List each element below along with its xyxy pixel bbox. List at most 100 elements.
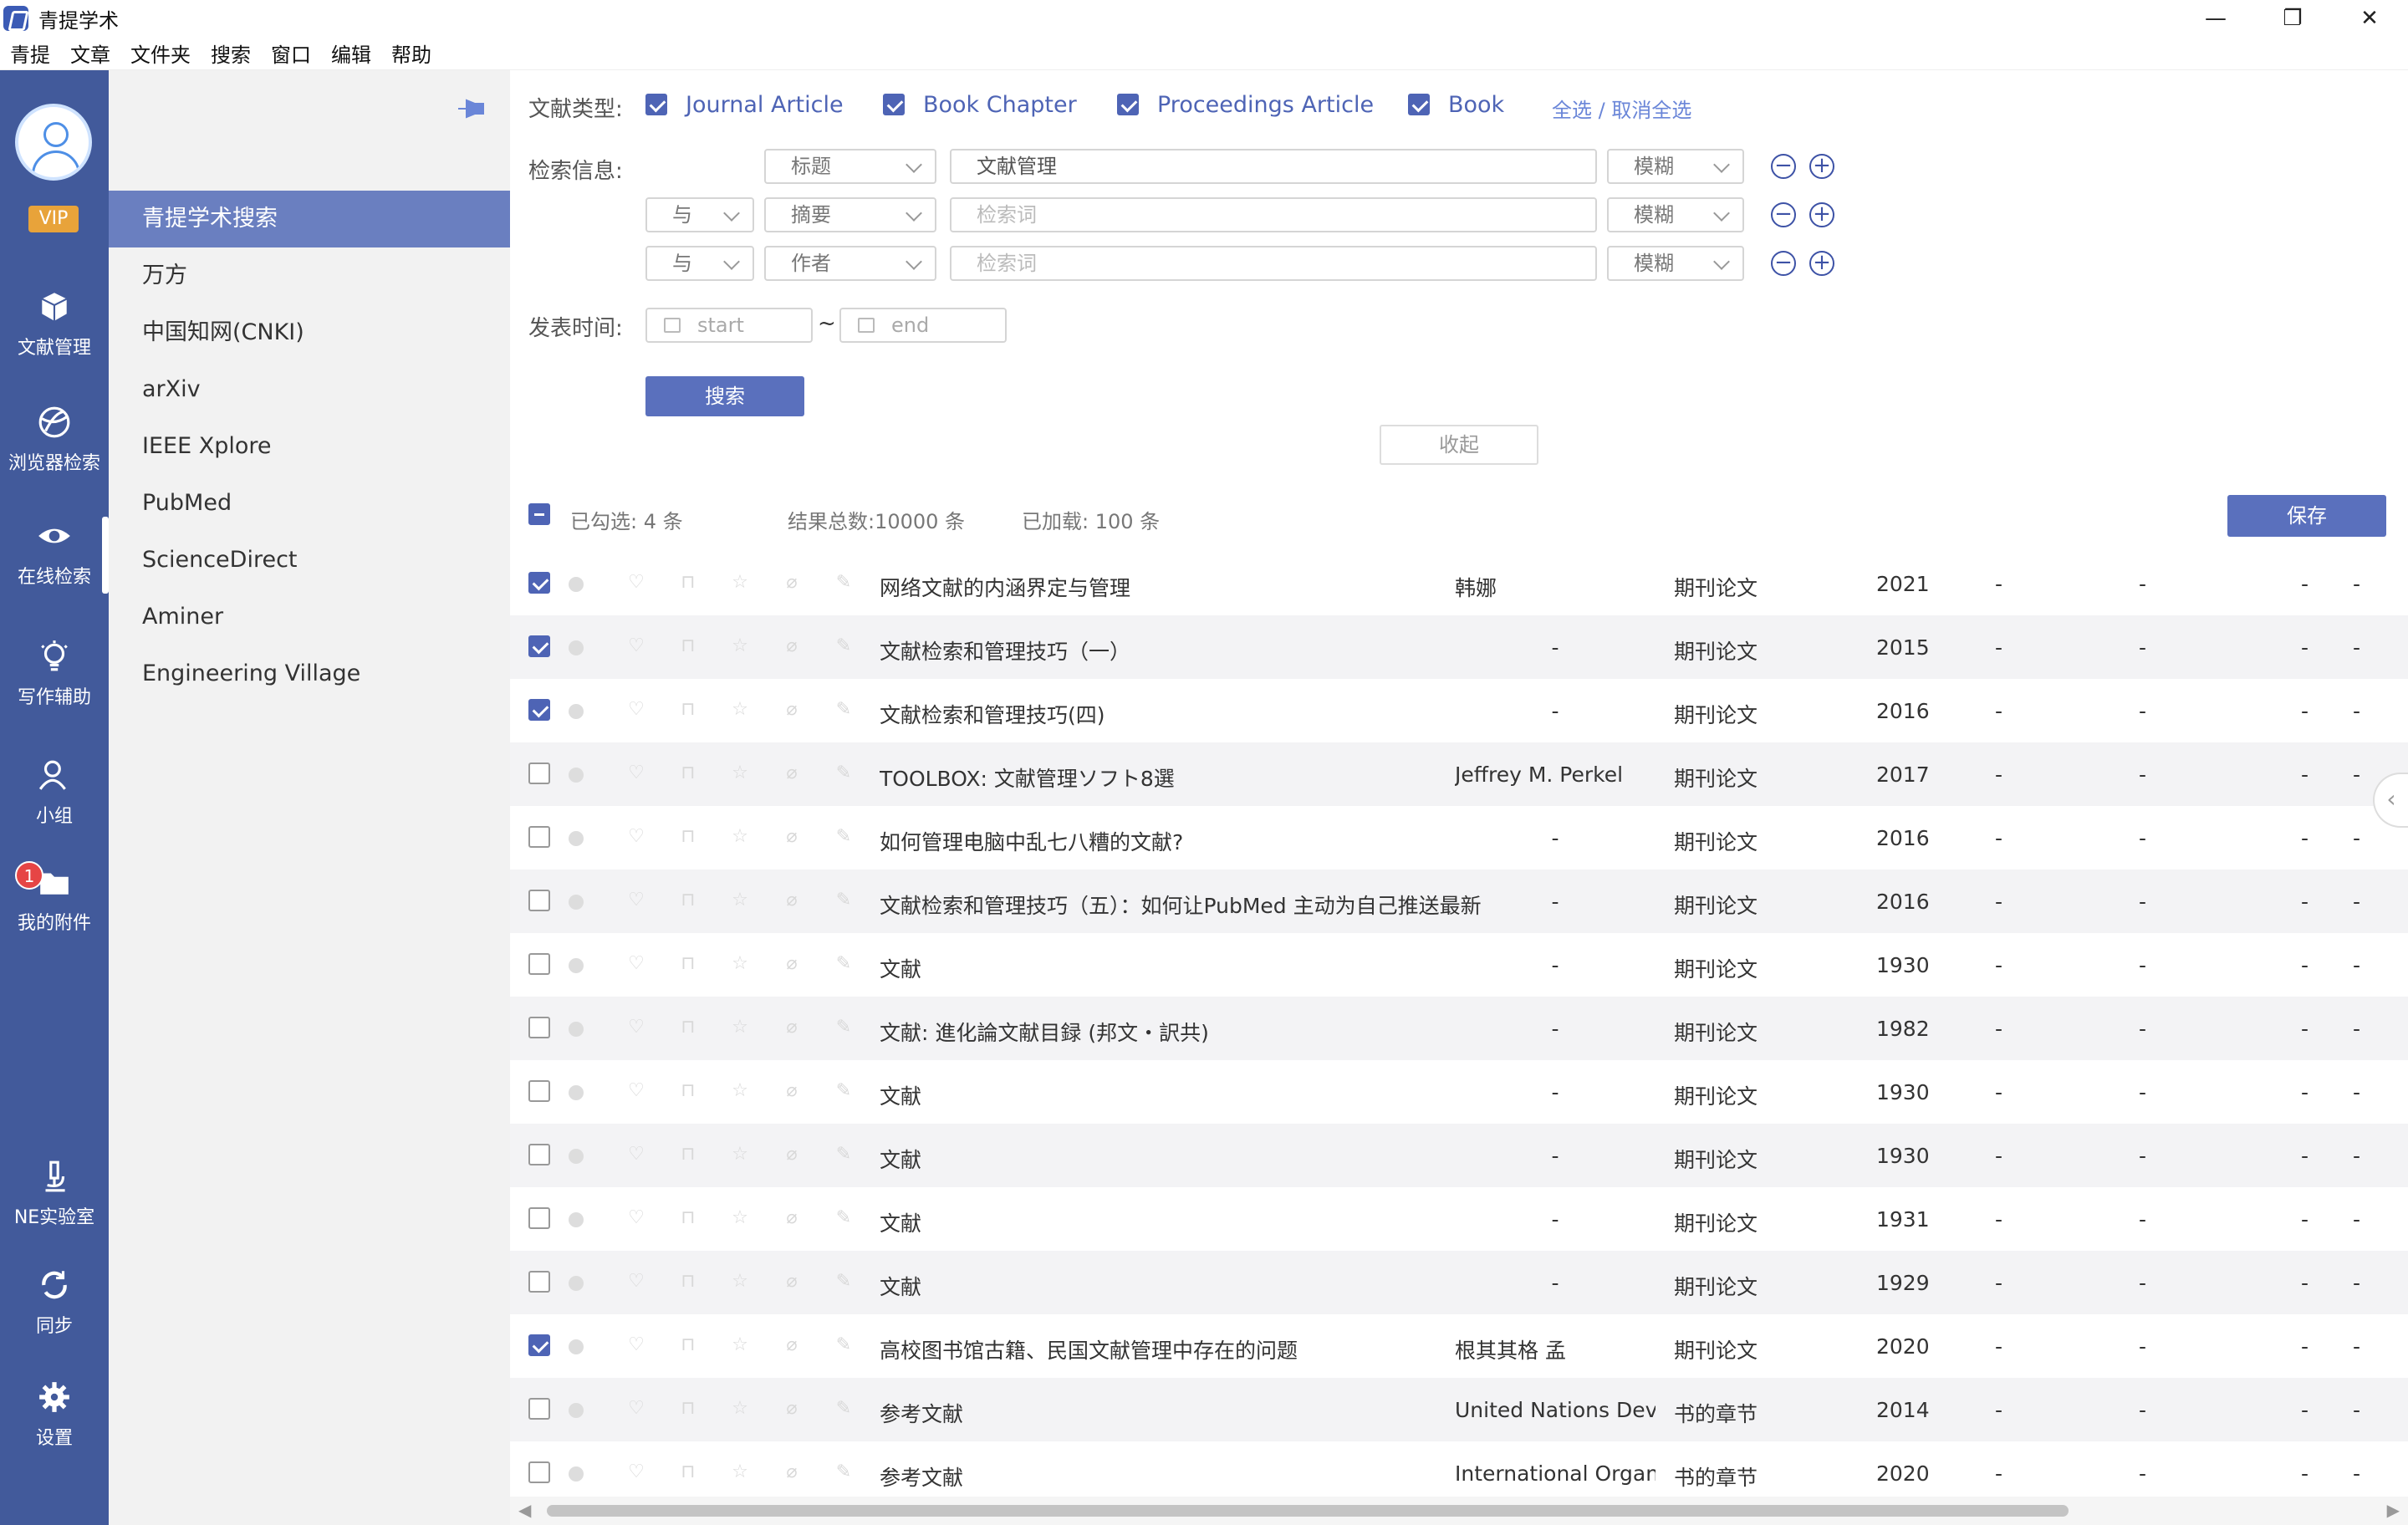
match-mode-select[interactable]: 模糊 [1607, 246, 1744, 281]
row-checkbox[interactable] [528, 890, 550, 911]
attachment-icon[interactable]: ⌀ [783, 1336, 801, 1354]
attachment-icon[interactable]: ⌀ [783, 637, 801, 655]
heart-icon[interactable]: ♡ [627, 828, 645, 846]
edit-icon[interactable]: ✎ [834, 701, 853, 719]
bookmark-icon[interactable]: ⊓ [679, 1463, 697, 1482]
table-row[interactable]: ♡ ⊓ ☆ ⌀ ✎ 参考文献United Nations Dev… 书的章节 2014 - - - - [510, 1378, 2408, 1441]
attachment-icon[interactable]: ⌀ [783, 891, 801, 910]
heart-icon[interactable]: ♡ [627, 1209, 645, 1227]
bookmark-icon[interactable]: ⊓ [679, 1273, 697, 1291]
table-row[interactable]: ♡ ⊓ ☆ ⌀ ✎ 参考文献International Organi… 书的章节 2020 - -… [510, 1441, 2408, 1505]
source-aminer[interactable]: Aminer [109, 589, 510, 645]
source-wanfang[interactable]: 万方 [109, 247, 510, 304]
star-icon[interactable]: ☆ [731, 637, 749, 655]
cell-title[interactable]: 文献检索和管理技巧（五）：如何让PubMed 主动为自己推送最新 [880, 890, 1497, 920]
nav-group[interactable]: 小组 [0, 757, 109, 828]
horizontal-scrollbar[interactable]: ◀ ▶ [510, 1497, 2408, 1525]
bookmark-icon[interactable]: ⊓ [679, 701, 697, 719]
query-input[interactable]: 检索词 [950, 197, 1597, 232]
search-button[interactable]: 搜索 [645, 376, 804, 416]
avatar[interactable] [15, 104, 92, 181]
star-icon[interactable]: ☆ [731, 1463, 749, 1482]
heart-icon[interactable]: ♡ [627, 1018, 645, 1037]
heart-icon[interactable]: ♡ [627, 1082, 645, 1100]
star-icon[interactable]: ☆ [731, 1336, 749, 1354]
edit-icon[interactable]: ✎ [834, 764, 853, 783]
pin-icon[interactable] [453, 94, 488, 124]
star-icon[interactable]: ☆ [731, 764, 749, 783]
attachment-icon[interactable]: ⌀ [783, 1145, 801, 1164]
match-mode-select[interactable]: 模糊 [1607, 149, 1744, 184]
cell-title[interactable]: 网络文献的内涵界定与管理 [880, 572, 1497, 602]
select-all-checkbox[interactable] [528, 503, 550, 525]
attachment-icon[interactable]: ⌀ [783, 1018, 801, 1037]
star-icon[interactable]: ☆ [731, 701, 749, 719]
cell-title[interactable]: 文献 [880, 1080, 1497, 1110]
heart-icon[interactable]: ♡ [627, 1145, 645, 1164]
star-icon[interactable]: ☆ [731, 1209, 749, 1227]
edit-icon[interactable]: ✎ [834, 1336, 853, 1354]
cell-title[interactable]: TOOLBOX: 文献管理ソフト8選 [880, 762, 1497, 793]
doctype-book-label[interactable]: Book [1448, 92, 1504, 118]
attachment-icon[interactable]: ⌀ [783, 828, 801, 846]
star-icon[interactable]: ☆ [731, 1400, 749, 1418]
source-qingti[interactable]: 青提学术搜索 [109, 191, 510, 247]
bookmark-icon[interactable]: ⊓ [679, 828, 697, 846]
row-checkbox[interactable] [528, 1398, 550, 1420]
cell-title[interactable]: 参考文献 [880, 1398, 1497, 1428]
star-icon[interactable]: ☆ [731, 828, 749, 846]
scroll-thumb[interactable] [547, 1505, 2069, 1517]
field-select[interactable]: 标题 [764, 149, 936, 184]
cell-title[interactable]: 文献检索和管理技巧（一） [880, 635, 1497, 666]
doctype-journal-checkbox[interactable] [645, 94, 667, 115]
cell-title[interactable]: 如何管理电脑中乱七八糟的文献? [880, 826, 1497, 856]
cell-title[interactable]: 文献: 進化論文献目録 (邦文・訳共) [880, 1017, 1497, 1047]
star-icon[interactable]: ☆ [731, 1082, 749, 1100]
attachment-icon[interactable]: ⌀ [783, 701, 801, 719]
attachment-icon[interactable]: ⌀ [783, 955, 801, 973]
heart-icon[interactable]: ♡ [627, 1273, 645, 1291]
bookmark-icon[interactable]: ⊓ [679, 1145, 697, 1164]
table-row[interactable]: ♡ ⊓ ☆ ⌀ ✎ 文献 - 期刊论文 1930 - - - - [510, 1060, 2408, 1124]
heart-icon[interactable]: ♡ [627, 574, 645, 592]
table-row[interactable]: ♡ ⊓ ☆ ⌀ ✎ 网络文献的内涵界定与管理 韩娜 期刊论文 2021 - - - - [510, 552, 2408, 615]
source-arxiv[interactable]: arXiv [109, 361, 510, 418]
row-checkbox[interactable] [528, 826, 550, 848]
table-row[interactable]: ♡ ⊓ ☆ ⌀ ✎ 文献 - 期刊论文 1931 - - - - [510, 1187, 2408, 1251]
edit-icon[interactable]: ✎ [834, 1463, 853, 1482]
doctype-proceedings-checkbox[interactable] [1117, 94, 1139, 115]
table-row[interactable]: ♡ ⊓ ☆ ⌀ ✎ 文献 - 期刊论文 1930 - - - - [510, 933, 2408, 997]
query-input[interactable]: 检索词 [950, 246, 1597, 281]
heart-icon[interactable]: ♡ [627, 1336, 645, 1354]
table-row[interactable]: ♡ ⊓ ☆ ⌀ ✎ 高校图书馆古籍、民国文献管理中存在的问题 根其其格 孟 期刊论文 2020 -… [510, 1314, 2408, 1378]
table-row[interactable]: ♡ ⊓ ☆ ⌀ ✎ 文献 - 期刊论文 1930 - - - - [510, 1124, 2408, 1187]
doctype-journal-label[interactable]: Journal Article [686, 92, 844, 118]
remove-row-icon[interactable]: − [1771, 154, 1796, 179]
heart-icon[interactable]: ♡ [627, 764, 645, 783]
table-row[interactable]: ♡ ⊓ ☆ ⌀ ✎ 文献检索和管理技巧（五）：如何让PubMed 主动为自己推送最新 - 期刊… [510, 870, 2408, 933]
attachment-icon[interactable]: ⌀ [783, 574, 801, 592]
attachment-icon[interactable]: ⌀ [783, 1463, 801, 1482]
edit-icon[interactable]: ✎ [834, 1273, 853, 1291]
edit-icon[interactable]: ✎ [834, 1209, 853, 1227]
heart-icon[interactable]: ♡ [627, 955, 645, 973]
bookmark-icon[interactable]: ⊓ [679, 1400, 697, 1418]
menu-folder[interactable]: 文件夹 [130, 38, 191, 68]
row-checkbox[interactable] [528, 1334, 550, 1356]
heart-icon[interactable]: ♡ [627, 891, 645, 910]
row-checkbox[interactable] [528, 1207, 550, 1229]
bookmark-icon[interactable]: ⊓ [679, 955, 697, 973]
row-checkbox[interactable] [528, 953, 550, 975]
nav-ne-lab[interactable]: NE实验室 [0, 1159, 109, 1229]
nav-writing[interactable]: 写作辅助 [0, 639, 109, 709]
row-checkbox[interactable] [528, 635, 550, 657]
star-icon[interactable]: ☆ [731, 574, 749, 592]
source-ieee[interactable]: IEEE Xplore [109, 418, 510, 475]
collapse-button[interactable]: 收起 [1380, 425, 1538, 465]
doctype-chapter-checkbox[interactable] [883, 94, 905, 115]
row-checkbox[interactable] [528, 1461, 550, 1483]
logic-select[interactable]: 与 [645, 197, 754, 232]
nav-browser-search[interactable]: 浏览器检索 [0, 405, 109, 475]
edit-icon[interactable]: ✎ [834, 1145, 853, 1164]
nav-library[interactable]: 文献管理 [0, 289, 109, 360]
